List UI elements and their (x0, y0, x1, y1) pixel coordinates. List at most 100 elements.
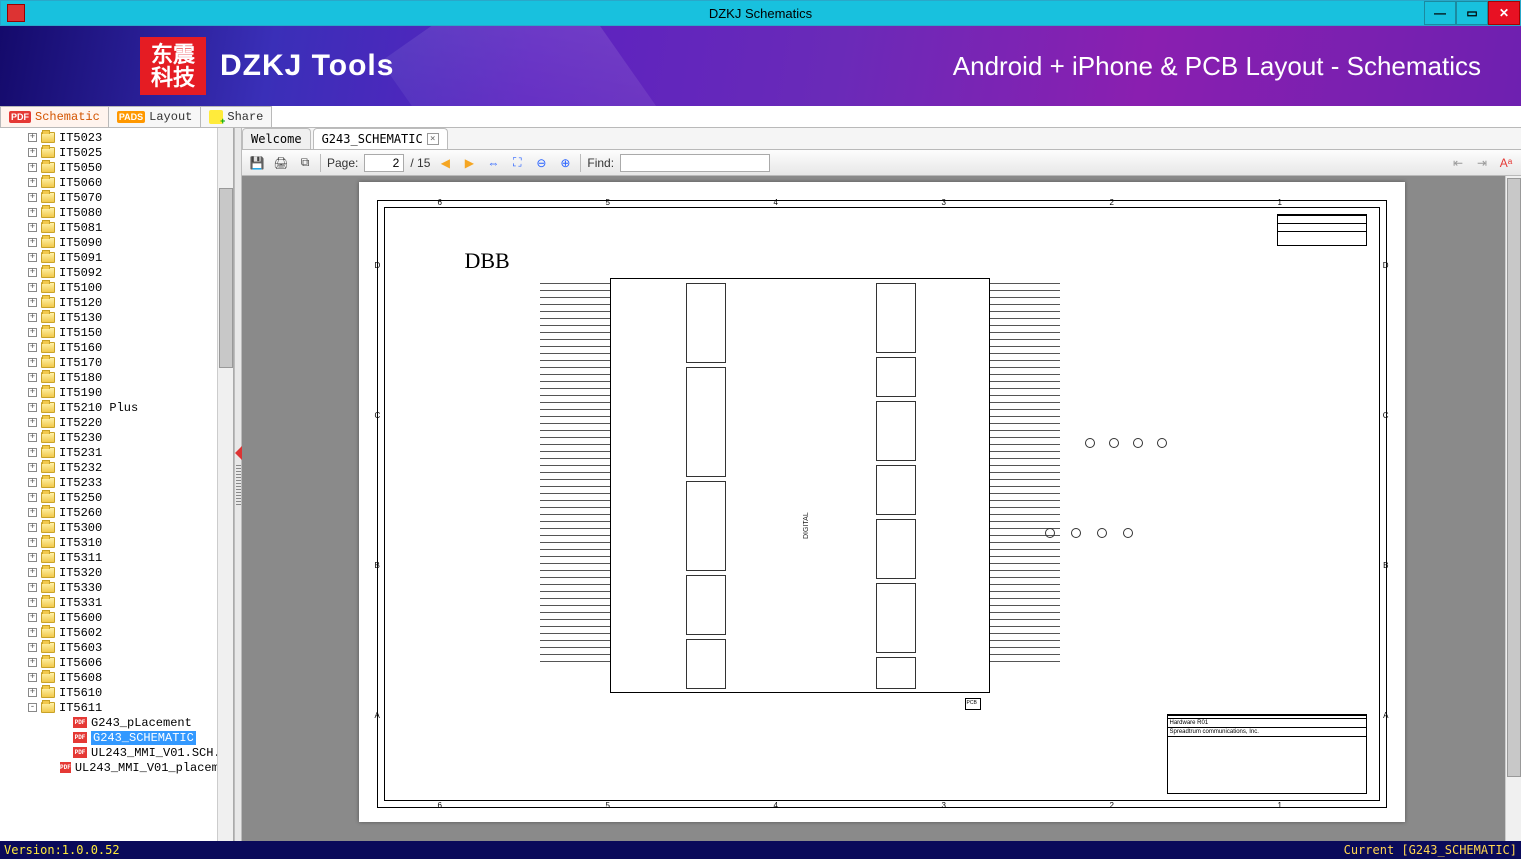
tree-folder[interactable]: +IT5233 (0, 475, 233, 490)
highlight-icon[interactable]: Aᵃ (1497, 154, 1515, 172)
tree-folder[interactable]: +IT5210 Plus (0, 400, 233, 415)
tree-folder[interactable]: +IT5603 (0, 640, 233, 655)
tree-folder[interactable]: +IT5190 (0, 385, 233, 400)
tree-folder[interactable]: +IT5608 (0, 670, 233, 685)
expand-icon[interactable]: + (28, 208, 37, 217)
zoom-out-icon[interactable]: ⊖ (532, 154, 550, 172)
tree-folder[interactable]: +IT5080 (0, 205, 233, 220)
tree-folder[interactable]: +IT5091 (0, 250, 233, 265)
expand-icon[interactable]: + (28, 193, 37, 202)
tree-folder[interactable]: +IT5250 (0, 490, 233, 505)
expand-icon[interactable]: + (28, 688, 37, 697)
tree-folder[interactable]: -IT5611 (0, 700, 233, 715)
zoom-in-icon[interactable]: ⊕ (556, 154, 574, 172)
expand-icon[interactable]: + (28, 358, 37, 367)
tree-folder[interactable]: +IT5092 (0, 265, 233, 280)
tree-folder[interactable]: +IT5600 (0, 610, 233, 625)
expand-icon[interactable]: - (28, 703, 37, 712)
expand-icon[interactable]: + (28, 583, 37, 592)
expand-icon[interactable]: + (28, 148, 37, 157)
tree-folder[interactable]: +IT5060 (0, 175, 233, 190)
tree-folder[interactable]: +IT5311 (0, 550, 233, 565)
expand-icon[interactable]: + (28, 628, 37, 637)
tree-file[interactable]: PDFG243_pLacement (0, 715, 233, 730)
fit-page-icon[interactable]: ⛶ (508, 154, 526, 172)
expand-icon[interactable]: + (28, 178, 37, 187)
tree-folder[interactable]: +IT5090 (0, 235, 233, 250)
tree-file[interactable]: PDFUL243_MMI_V01_placement (0, 760, 233, 775)
find-prev-icon[interactable]: ⇤ (1449, 154, 1467, 172)
tree-folder[interactable]: +IT5023 (0, 130, 233, 145)
tree-folder[interactable]: +IT5130 (0, 310, 233, 325)
expand-icon[interactable]: + (28, 328, 37, 337)
expand-icon[interactable]: + (28, 403, 37, 412)
doc-tab[interactable]: G243_SCHEMATIC× (313, 128, 448, 149)
tree-folder[interactable]: +IT5610 (0, 685, 233, 700)
tree-folder[interactable]: +IT5231 (0, 445, 233, 460)
file-tree[interactable]: +IT5023+IT5025+IT5050+IT5060+IT5070+IT50… (0, 128, 233, 841)
save-icon[interactable]: 💾 (248, 154, 266, 172)
expand-icon[interactable]: + (28, 508, 37, 517)
expand-icon[interactable]: + (28, 268, 37, 277)
tree-file[interactable]: PDFG243_SCHEMATIC (0, 730, 233, 745)
expand-icon[interactable]: + (28, 553, 37, 562)
expand-icon[interactable]: + (28, 643, 37, 652)
tree-folder[interactable]: +IT5310 (0, 535, 233, 550)
expand-icon[interactable]: + (28, 343, 37, 352)
expand-icon[interactable]: + (28, 598, 37, 607)
tree-folder[interactable]: +IT5330 (0, 580, 233, 595)
tree-folder[interactable]: +IT5081 (0, 220, 233, 235)
tree-folder[interactable]: +IT5050 (0, 160, 233, 175)
expand-icon[interactable]: + (28, 448, 37, 457)
tree-folder[interactable]: +IT5602 (0, 625, 233, 640)
mode-tab-schematic[interactable]: PDFSchematic (0, 106, 109, 127)
expand-icon[interactable]: + (28, 238, 37, 247)
tree-folder[interactable]: +IT5331 (0, 595, 233, 610)
copy-icon[interactable]: ⧉ (296, 154, 314, 172)
tree-file[interactable]: PDFUL243_MMI_V01.SCH.1 (0, 745, 233, 760)
tree-scrollbar[interactable] (217, 128, 233, 841)
tree-folder[interactable]: +IT5160 (0, 340, 233, 355)
tree-folder[interactable]: +IT5150 (0, 325, 233, 340)
expand-icon[interactable]: + (28, 523, 37, 532)
expand-icon[interactable]: + (28, 538, 37, 547)
expand-icon[interactable]: + (28, 133, 37, 142)
close-tab-icon[interactable]: × (427, 133, 439, 145)
expand-icon[interactable]: + (28, 493, 37, 502)
expand-icon[interactable]: + (28, 388, 37, 397)
maximize-button[interactable]: ▭ (1456, 1, 1488, 25)
page-input[interactable] (364, 154, 404, 172)
expand-icon[interactable]: + (28, 673, 37, 682)
expand-icon[interactable]: + (28, 568, 37, 577)
tree-folder[interactable]: +IT5220 (0, 415, 233, 430)
minimize-button[interactable]: — (1424, 1, 1456, 25)
tree-folder[interactable]: +IT5230 (0, 430, 233, 445)
tree-folder[interactable]: +IT5070 (0, 190, 233, 205)
expand-icon[interactable]: + (28, 313, 37, 322)
tree-folder[interactable]: +IT5120 (0, 295, 233, 310)
tree-folder[interactable]: +IT5300 (0, 520, 233, 535)
find-input[interactable] (620, 154, 770, 172)
find-next-icon[interactable]: ⇥ (1473, 154, 1491, 172)
prev-page-icon[interactable]: ◀ (436, 154, 454, 172)
expand-icon[interactable]: + (28, 658, 37, 667)
expand-icon[interactable]: + (28, 163, 37, 172)
close-button[interactable]: ✕ (1488, 1, 1520, 25)
tree-folder[interactable]: +IT5180 (0, 370, 233, 385)
mode-tab-share[interactable]: Share (200, 106, 272, 127)
viewer-scrollbar[interactable] (1505, 176, 1521, 841)
fit-width-icon[interactable]: ⇔ (484, 154, 502, 172)
mode-tab-layout[interactable]: PADSLayout (108, 106, 202, 127)
expand-icon[interactable]: + (28, 298, 37, 307)
expand-icon[interactable]: + (28, 373, 37, 382)
expand-icon[interactable]: + (28, 418, 37, 427)
doc-tab[interactable]: Welcome (242, 128, 311, 149)
tree-folder[interactable]: +IT5025 (0, 145, 233, 160)
pdf-viewer[interactable]: 665544332211 DDCCBBAA DBB (242, 176, 1521, 841)
expand-icon[interactable]: + (28, 433, 37, 442)
tree-folder[interactable]: +IT5232 (0, 460, 233, 475)
tree-folder[interactable]: +IT5606 (0, 655, 233, 670)
tree-folder[interactable]: +IT5170 (0, 355, 233, 370)
tree-folder[interactable]: +IT5320 (0, 565, 233, 580)
splitter-handle[interactable] (234, 128, 242, 841)
